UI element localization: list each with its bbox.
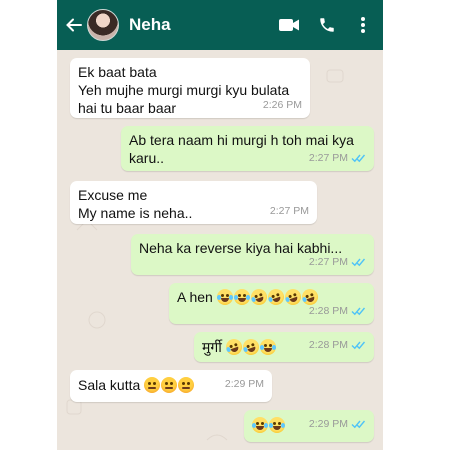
message-time: 2:27 PM [269, 205, 309, 217]
rolling-laughing-emoji-icon [240, 336, 262, 358]
message-bubble-outgoing[interactable]: Ab tera naam hi murgi h toh mai kya karu… [121, 126, 374, 171]
message-time: 2:29 PM [224, 378, 264, 390]
message-bubble-outgoing[interactable]: 2:29 PM [244, 410, 374, 442]
message-text: Sala kutta [78, 377, 141, 393]
message-text: Ab tera naam hi murgi h toh mai kya [129, 132, 354, 148]
more-vert-icon [361, 17, 365, 33]
read-ticks-icon [351, 341, 366, 350]
message-bubble-incoming[interactable]: Excuse me My name is neha.. 2:27 PM [70, 181, 317, 224]
rolling-laughing-emoji-icon [223, 336, 245, 358]
laughing-crying-emoji-icon [252, 417, 268, 433]
angry-face-emoji-icon [144, 377, 161, 393]
laughing-crying-emoji-icon [259, 339, 276, 355]
rolling-laughing-emoji-icon [248, 286, 269, 308]
voice-call-button[interactable] [313, 11, 341, 39]
message-text: मुर्गी [202, 339, 222, 355]
laughing-crying-emoji-icon [233, 289, 250, 305]
message-time: 2:28 PM [308, 339, 348, 351]
message-bubble-outgoing[interactable]: मुर्गी 2:28 PM [194, 332, 374, 362]
arrow-left-icon [66, 18, 82, 32]
laughing-crying-emoji-icon [269, 417, 285, 433]
read-ticks-icon [351, 420, 366, 429]
contact-name[interactable]: Neha [129, 15, 171, 35]
contact-avatar[interactable] [87, 9, 119, 41]
back-button[interactable] [63, 14, 85, 36]
message-text: Ek baat bata [78, 64, 157, 80]
message-text: A hen [177, 289, 213, 305]
message-time: 2:28 PM [308, 305, 348, 317]
message-time: 2:27 PM [308, 256, 348, 268]
message-time: 2:29 PM [308, 418, 348, 430]
read-ticks-icon [351, 258, 366, 267]
more-options-button[interactable] [349, 11, 377, 39]
message-time: 2:26 PM [262, 99, 302, 111]
video-call-button[interactable] [275, 11, 303, 39]
message-bubble-outgoing[interactable]: Neha ka reverse kiya hai kabhi... 2:27 P… [131, 234, 374, 275]
rolling-laughing-emoji-icon [282, 286, 303, 308]
laughing-crying-emoji-icon [216, 289, 233, 305]
message-bubble-incoming[interactable]: Sala kutta 2:29 PM [70, 370, 272, 402]
angry-face-emoji-icon [178, 377, 195, 393]
read-ticks-icon [351, 307, 366, 316]
rolling-laughing-emoji-icon [265, 286, 286, 308]
angry-face-emoji-icon [161, 377, 178, 393]
message-bubble-incoming[interactable]: Ek baat bata Yeh mujhe murgi murgi kyu b… [70, 58, 310, 118]
chat-screen: Neha Ek baat bata Yeh mujhe murgi murgi … [57, 0, 383, 450]
read-ticks-icon [351, 154, 366, 163]
message-time: 2:27 PM [308, 152, 348, 164]
video-call-icon [279, 19, 299, 31]
phone-icon [320, 18, 334, 32]
chat-header: Neha [57, 0, 383, 50]
message-bubble-outgoing[interactable]: A hen 2:28 PM [169, 283, 374, 324]
